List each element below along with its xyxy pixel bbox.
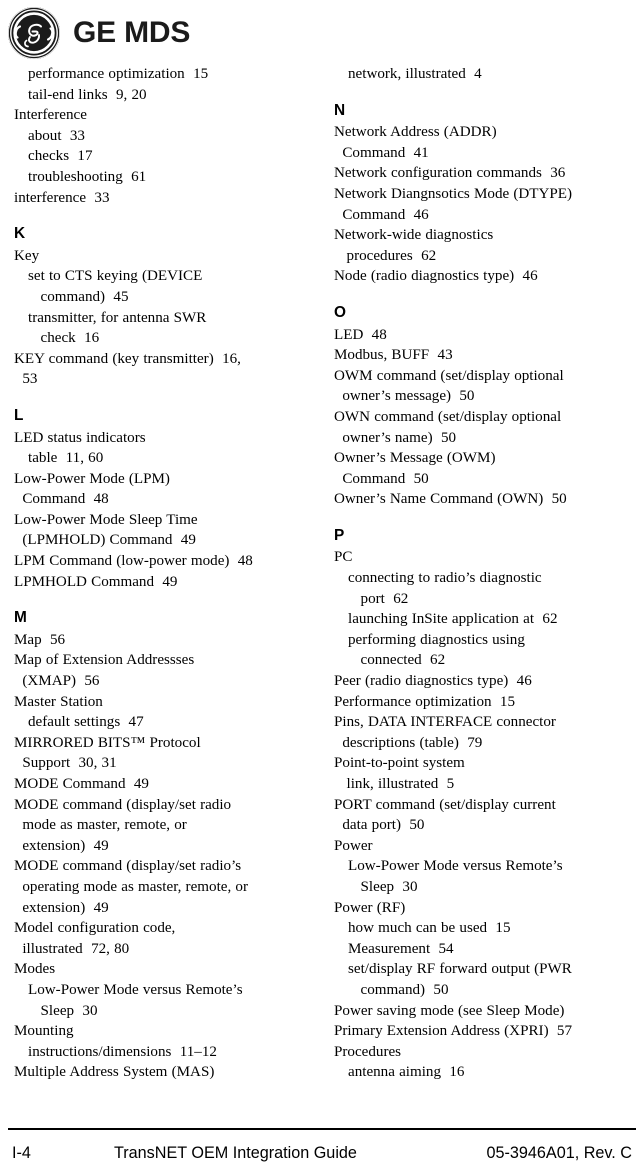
index-entry: Key — [14, 247, 40, 264]
index-entry: Power (RF) — [334, 899, 406, 916]
index-entry: Point-to-point system link, illustrated … — [334, 755, 465, 792]
index-entry: LPMHOLD Command 49 — [14, 573, 178, 590]
index-entry: Low-Power Mode (LPM) Command 48 — [14, 470, 170, 508]
index-section-letter: M — [14, 609, 27, 627]
index-section-letter: O — [334, 303, 346, 321]
index-entry: Network configuration commands 36 — [334, 165, 566, 182]
index-entry: MODE Command 49 — [14, 776, 149, 792]
index-entry: OWM command (set/display optional owner’… — [334, 367, 564, 405]
index-entry: MODE command (display/set radio mode as … — [14, 796, 232, 854]
footer-document-title: TransNET OEM Integration Guide — [114, 1144, 357, 1162]
index-entry: how much can be used 15 — [348, 920, 511, 937]
index-entry: Node (radio diagnostics type) 46 — [334, 268, 538, 285]
index-entry: Low-Power Mode versus Remote’s Sleep 30 — [28, 981, 243, 1019]
index-entry: MIRRORED BITS™ Protocol Support 30, 31 — [14, 734, 201, 772]
index-section-letter: P — [334, 526, 345, 544]
index-entry: Network-wide diagnostics procedures 62 — [334, 227, 494, 264]
index-entry: transmitter, for antenna SWR check 16 — [28, 309, 207, 347]
index-entry: connecting to radio’s diagnostic port 62 — [348, 570, 542, 607]
index-entry: set/display RF forward output (PWR comma… — [348, 961, 572, 998]
footer-divider — [8, 1128, 636, 1130]
index-entry: Owner’s Message (OWM) Command 50 — [334, 450, 496, 487]
index-entry: set to CTS keying (DEVICE command) 45 — [28, 268, 203, 305]
index-entry: performance optimization 15 — [28, 66, 209, 82]
index-section-letter: K — [14, 225, 26, 243]
index-entry: Modbus, BUFF 43 — [334, 347, 453, 364]
footer-page-number: I-4 — [12, 1144, 31, 1162]
index-entry: Model configuration code, illustrated 72… — [14, 920, 176, 957]
index-entry: LPM Command (low-power mode) 48 — [14, 553, 253, 570]
index-entry: Low-Power Mode Sleep Time (LPMHOLD) Comm… — [14, 511, 198, 549]
ge-monogram-icon — [8, 7, 60, 59]
index-entry: default settings 47 — [28, 714, 144, 731]
index-entry: Peer (radio diagnostics type) 46 — [334, 673, 532, 690]
index-entry: Master Station — [14, 693, 103, 710]
index-entry: checks 17 — [28, 148, 93, 165]
index-entry: Power — [334, 837, 373, 854]
index-section-letter: L — [14, 406, 24, 424]
index-entry: tail-end links 9, 20 — [28, 86, 147, 103]
index-entry: Map 56 — [14, 631, 66, 648]
index-entry: PC — [334, 549, 353, 566]
index-entry: Measurement 54 — [348, 940, 454, 957]
index-entry: Modes — [14, 961, 56, 978]
index-column-left: performance optimization 15 tail-end link… — [0, 64, 322, 1126]
index-entry: Performance optimization 15 — [334, 693, 516, 710]
index-entry: interference 33 — [14, 189, 110, 206]
page-footer: I-4 TransNET OEM Integration Guide 05-39… — [8, 1140, 636, 1166]
index-entry: Primary Extension Address (XPRI) 57 — [334, 1023, 573, 1040]
index-entry: performing diagnostics using connected 6… — [348, 631, 525, 669]
index-entry: Power saving mode (see Sleep Mode) — [334, 1002, 565, 1019]
index-entry: troubleshooting 61 — [28, 168, 147, 185]
index-entry: Owner’s Name Command (OWN) 50 — [334, 491, 567, 508]
index-entry: network, illustrated 4 — [348, 66, 482, 82]
masthead-logo: GE MDS — [8, 6, 190, 60]
index-entry: OWN command (set/display optional owner’… — [334, 408, 562, 446]
index-entry: Multiple Address System (MAS) — [14, 1064, 215, 1081]
index-entry: Low-Power Mode versus Remote’s Sleep 30 — [348, 858, 563, 895]
index-entry: Map of Extension Addressses (XMAP) 56 — [14, 652, 195, 690]
index-entry: Network Address (ADDR) Command 41 — [334, 124, 497, 161]
index-entry: Interference — [14, 107, 87, 124]
index-entry: instructions/dimensions 11–12 — [28, 1043, 217, 1060]
index-entry: about 33 — [28, 127, 85, 144]
index-entry: table 11, 60 — [28, 450, 104, 467]
index-entry: Network Diangnsotics Mode (DTYPE) Comman… — [334, 185, 573, 223]
index-entry: Procedures — [334, 1043, 402, 1060]
index-entry: launching InSite application at 62 — [348, 611, 558, 628]
index-entry: LED status indicators — [14, 429, 146, 446]
index-section-letter: N — [334, 101, 346, 119]
index-entry: antenna aiming 16 — [348, 1064, 465, 1081]
index-entry: MODE command (display/set radio’s operat… — [14, 858, 248, 916]
index-content: performance optimization 15 tail-end link… — [0, 64, 644, 1126]
index-entry: Pins, DATA INTERFACE connector descripti… — [334, 714, 556, 751]
footer-part-number: 05-3946A01, Rev. C — [486, 1144, 632, 1162]
index-entry: PORT command (set/display current data p… — [334, 796, 556, 834]
index-entry: Mounting — [14, 1023, 74, 1040]
index-column-right: network, illustrated 4 N Network Address (… — [322, 64, 644, 1126]
index-entry: LED 48 — [334, 326, 387, 343]
ge-mds-wordmark: GE MDS — [73, 16, 191, 49]
index-entry: KEY command (key transmitter) 16, 53 — [14, 350, 241, 388]
